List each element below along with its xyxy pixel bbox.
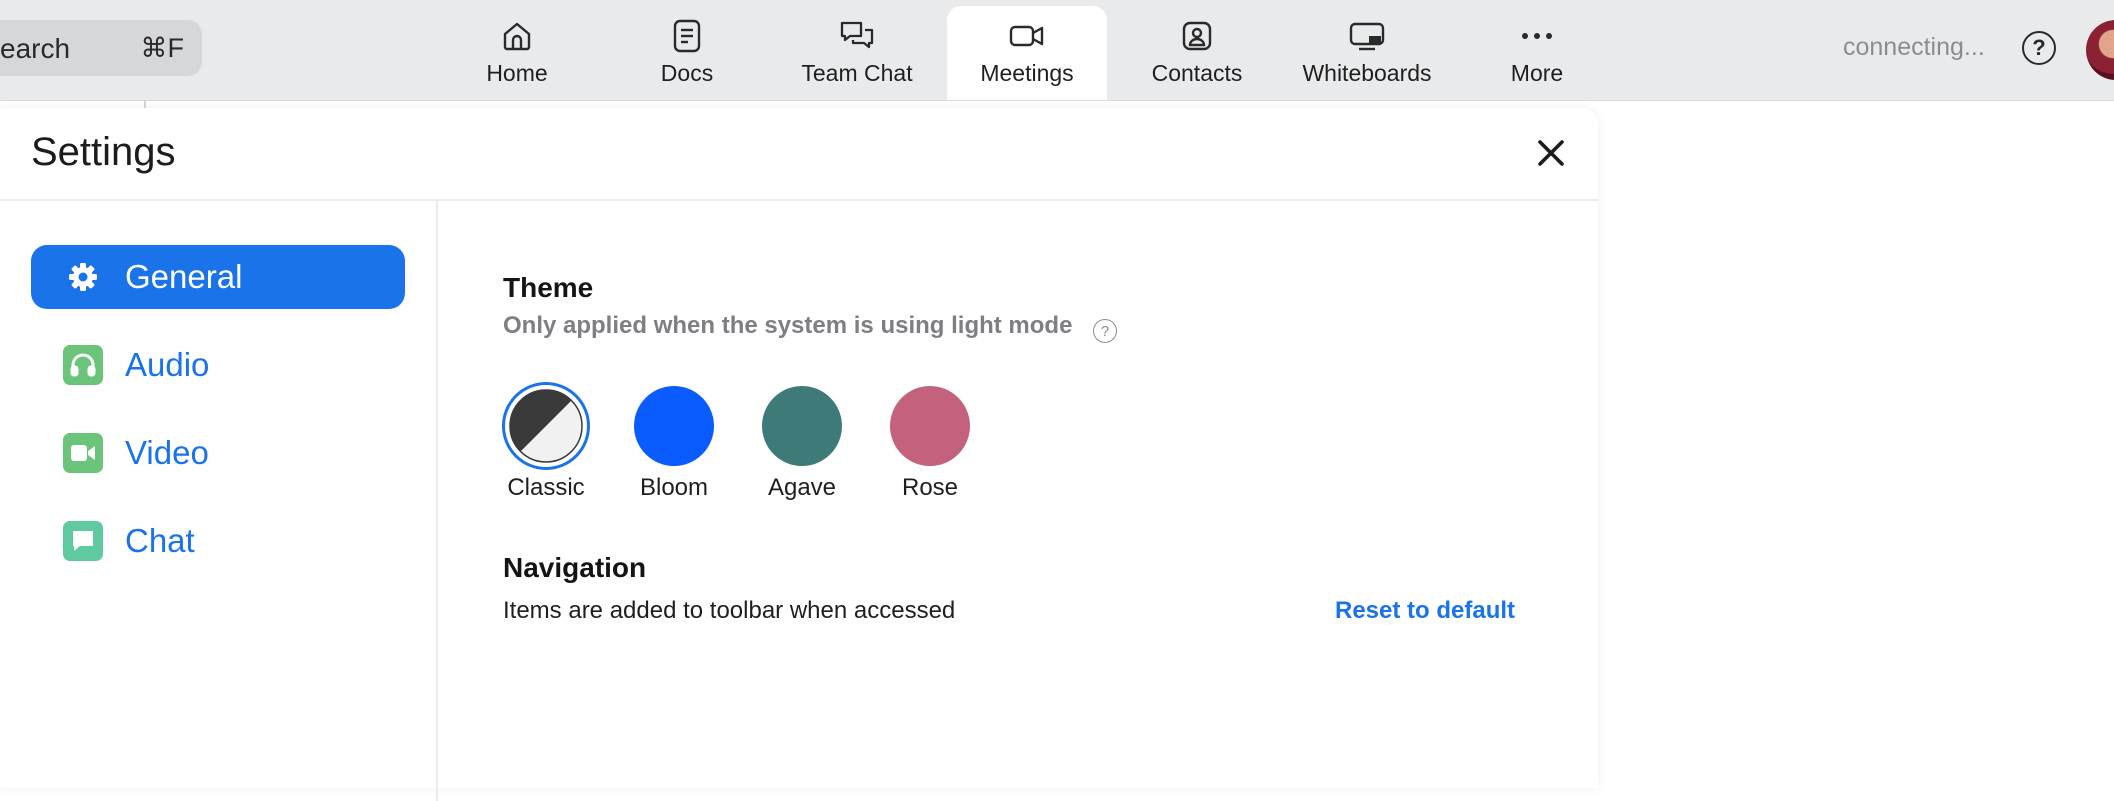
search-label: earch <box>0 33 71 64</box>
tab-team-chat[interactable]: Team Chat <box>777 6 937 100</box>
more-icon <box>1519 18 1555 54</box>
search-box[interactable]: earch ⌘F <box>0 20 202 76</box>
close-button[interactable] <box>1534 136 1568 170</box>
sidebar-item-general[interactable]: General <box>31 245 405 309</box>
headphones-icon <box>63 345 103 385</box>
gear-icon <box>63 257 103 297</box>
contacts-icon <box>1179 18 1215 54</box>
top-navigation-bar: earch ⌘F Home Docs Team Chat Meetings Co… <box>0 0 2114 101</box>
tab-label: Contacts <box>1151 60 1243 86</box>
theme-option-label: Bloom <box>639 474 709 501</box>
tab-label: Home <box>486 60 548 86</box>
classic-swatch <box>509 389 583 463</box>
theme-subtitle: Only applied when the system is using li… <box>503 312 1073 339</box>
search-shortcut: ⌘F <box>140 33 185 63</box>
home-icon <box>499 18 535 54</box>
theme-option-rose[interactable]: Rose <box>870 386 990 502</box>
question-glyph: ? <box>1100 322 1110 340</box>
sidebar-divider <box>436 201 438 801</box>
theme-option-classic[interactable]: Classic <box>486 382 606 502</box>
sidebar-item-label: Chat <box>125 522 195 559</box>
connection-status: connecting... <box>1843 33 1985 61</box>
help-glyph: ? <box>2032 35 2046 60</box>
tab-label: More <box>1510 60 1564 86</box>
whiteboards-icon <box>1349 18 1385 54</box>
theme-option-bloom[interactable]: Bloom <box>614 386 734 502</box>
docs-icon <box>669 18 705 54</box>
help-icon[interactable]: ? <box>2022 31 2056 65</box>
theme-option-label: Rose <box>901 474 959 501</box>
sidebar-item-label: General <box>125 258 243 295</box>
sidebar-item-audio[interactable]: Audio <box>31 333 405 397</box>
navigation-heading: Navigation <box>503 552 647 583</box>
reset-to-default-link[interactable]: Reset to default <box>1335 597 1515 625</box>
chat-bubble-icon <box>63 521 103 561</box>
rose-swatch <box>890 386 970 466</box>
video-camera-icon <box>63 433 103 473</box>
question-icon[interactable]: ? <box>1093 319 1117 343</box>
theme-option-agave[interactable]: Agave <box>742 386 862 502</box>
page-title: Settings <box>31 130 176 174</box>
tab-label: Docs <box>660 60 714 86</box>
theme-option-label: Classic <box>507 474 585 501</box>
tab-label: Whiteboards <box>1302 60 1432 86</box>
theme-heading: Theme <box>503 272 594 303</box>
settings-panel: Settings General Audio Video Chat Theme … <box>0 108 1598 801</box>
theme-option-label: Agave <box>767 474 837 501</box>
tab-whiteboards[interactable]: Whiteboards <box>1287 6 1447 100</box>
tab-docs[interactable]: Docs <box>607 6 767 100</box>
tab-home[interactable]: Home <box>437 6 597 100</box>
tab-more[interactable]: More <box>1457 6 1617 100</box>
sidebar-item-label: Video <box>125 434 209 471</box>
meetings-icon <box>1009 18 1045 54</box>
navigation-description: Items are added to toolbar when accessed <box>503 597 956 624</box>
tab-contacts[interactable]: Contacts <box>1117 6 1277 100</box>
selected-ring <box>502 382 590 470</box>
sidebar-item-label: Audio <box>125 346 210 383</box>
close-icon <box>1538 140 1564 166</box>
tab-label: Team Chat <box>801 60 913 86</box>
bloom-swatch <box>634 386 714 466</box>
tab-label: Meetings <box>980 60 1074 86</box>
avatar[interactable] <box>2086 20 2114 80</box>
team-chat-icon <box>839 18 875 54</box>
agave-swatch <box>762 386 842 466</box>
sidebar-item-chat[interactable]: Chat <box>31 509 405 573</box>
tab-meetings[interactable]: Meetings <box>947 6 1107 100</box>
header-divider <box>0 199 1598 201</box>
sidebar-item-video[interactable]: Video <box>31 421 405 485</box>
